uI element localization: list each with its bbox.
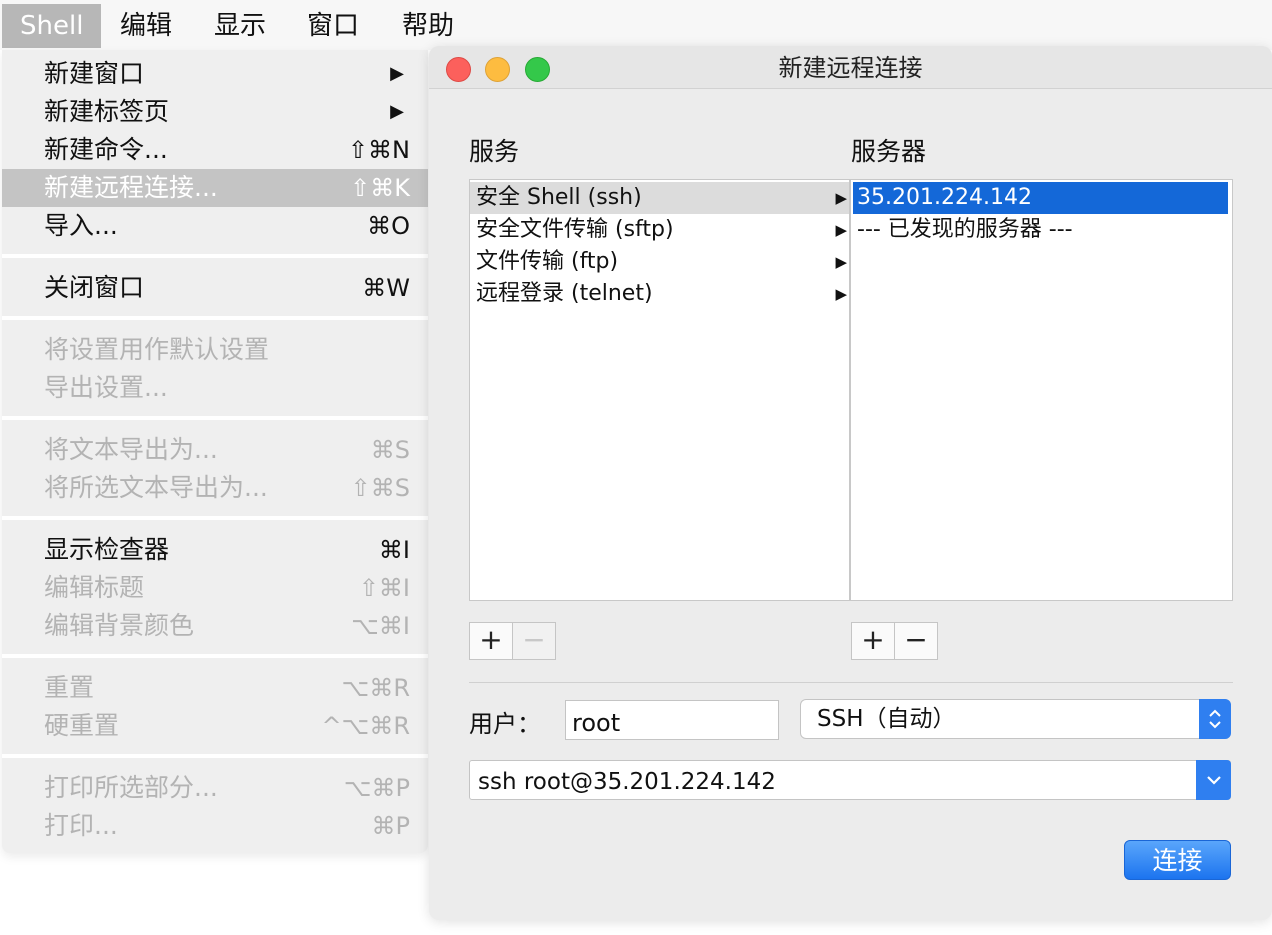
divider [469, 682, 1233, 683]
menu-separator [2, 316, 428, 320]
disclosure-arrow-icon: ▶ [835, 189, 847, 207]
menu-item-shortcut: ⌘P [371, 812, 410, 840]
menu-window[interactable]: 窗口 [289, 4, 377, 48]
menu-item-shortcut: ⌘S [370, 436, 410, 464]
menu-item-export-selected-text-as[interactable]: 将所选文本导出为... ⇧⌘S [2, 469, 428, 507]
command-combobox[interactable]: ssh root@35.201.224.142 [469, 760, 1231, 800]
menu-item-label: 新建标签页 [44, 97, 170, 126]
menu-item-label: 将设置用作默认设置 [44, 335, 270, 364]
disclosure-arrow-icon: ▶ [835, 253, 847, 271]
menu-item-show-inspector[interactable]: 显示检查器 ⌘I [2, 531, 428, 569]
menu-separator [2, 254, 428, 258]
servers-header: 服务器 [851, 137, 927, 166]
menu-item-shortcut: ⌘O [367, 212, 410, 240]
server-label: --- 已发现的服务器 --- [857, 217, 1073, 242]
connect-button[interactable]: 连接 [1124, 840, 1231, 880]
server-label: 35.201.224.142 [857, 185, 1032, 210]
menu-item-export-text-as[interactable]: 将文本导出为... ⌘S [2, 431, 428, 469]
service-item-ftp[interactable]: 文件传输 (ftp) ▶ [470, 246, 849, 278]
dialog-titlebar: 新建远程连接 [429, 46, 1272, 89]
menu-item-shortcut: ^⌥⌘R [321, 712, 410, 740]
menu-item-label: 关闭窗口 [44, 273, 145, 302]
menu-item-use-settings-as-default[interactable]: 将设置用作默认设置 [2, 331, 428, 369]
menu-item-close-window[interactable]: 关闭窗口 ⌘W [2, 269, 428, 307]
menu-view[interactable]: 显示 [196, 4, 284, 48]
protocol-value: SSH（自动） [817, 706, 956, 732]
disclosure-arrow-icon: ▶ [835, 221, 847, 239]
submenu-arrow-icon: ▶ [390, 63, 404, 84]
menu-item-edit-title[interactable]: 编辑标题 ⇧⌘I [2, 569, 428, 607]
menu-item-import[interactable]: 导入... ⌘O [2, 207, 428, 245]
menu-item-shortcut: ⇧⌘K [350, 174, 410, 202]
service-item-ssh[interactable]: 安全 Shell (ssh) ▶ [470, 182, 849, 214]
menu-help[interactable]: 帮助 [384, 4, 472, 48]
disclosure-arrow-icon: ▶ [835, 285, 847, 303]
menu-item-shortcut: ⌘I [378, 536, 410, 564]
menu-item-hard-reset[interactable]: 硬重置 ^⌥⌘R [2, 707, 428, 745]
service-label: 文件传输 (ftp) [476, 249, 619, 274]
menu-item-label: 导出设置... [44, 373, 168, 402]
remove-server-button[interactable]: − [894, 622, 938, 660]
menu-item-shortcut: ⌥⌘R [341, 674, 410, 702]
menu-item-new-remote-connection[interactable]: 新建远程连接... ⇧⌘K [2, 169, 428, 207]
service-label: 安全文件传输 (sftp) [476, 217, 674, 242]
menu-shell[interactable]: Shell [2, 4, 102, 48]
service-label: 远程登录 (telnet) [476, 281, 653, 306]
menu-item-label: 显示检查器 [44, 535, 170, 564]
command-value: ssh root@35.201.224.142 [478, 769, 776, 795]
menu-item-label: 打印... [44, 811, 118, 840]
menu-item-print-selection[interactable]: 打印所选部分... ⌥⌘P [2, 769, 428, 807]
menu-item-shortcut: ⌥⌘P [343, 774, 410, 802]
discovered-servers-divider: --- 已发现的服务器 --- [853, 214, 1228, 246]
service-item-sftp[interactable]: 安全文件传输 (sftp) ▶ [470, 214, 849, 246]
up-down-arrows-icon[interactable] [1199, 699, 1231, 739]
menu-item-new-window[interactable]: 新建窗口 ▶ [2, 55, 428, 93]
add-service-button[interactable]: + [469, 622, 513, 660]
menu-item-label: 重置 [44, 673, 95, 702]
menu-separator [2, 654, 428, 658]
menu-item-label: 编辑背景颜色 [44, 611, 195, 640]
menu-item-shortcut: ⇧⌘N [347, 136, 410, 164]
menu-separator [2, 416, 428, 420]
dialog-title: 新建远程连接 [778, 54, 923, 82]
submenu-arrow-icon: ▶ [390, 101, 404, 122]
menu-item-new-tab[interactable]: 新建标签页 ▶ [2, 93, 428, 131]
remove-service-button[interactable]: − [512, 622, 556, 660]
server-item[interactable]: 35.201.224.142 [853, 182, 1228, 214]
menu-bar: Shell 编辑 显示 窗口 帮助 [0, 0, 1272, 50]
menu-item-label: 编辑标题 [44, 573, 145, 602]
protocol-select[interactable]: SSH（自动） [800, 699, 1231, 739]
menu-item-shortcut: ⌘W [362, 274, 410, 302]
servers-list: 35.201.224.142 --- 已发现的服务器 --- [850, 179, 1233, 601]
menu-item-label: 打印所选部分... [44, 773, 218, 802]
menu-item-new-command[interactable]: 新建命令... ⇧⌘N [2, 131, 428, 169]
menu-item-label: 硬重置 [44, 711, 120, 740]
menu-item-export-settings[interactable]: 导出设置... [2, 369, 428, 407]
menu-item-label: 导入... [44, 211, 118, 240]
menu-item-shortcut: ⇧⌘I [358, 574, 410, 602]
service-item-telnet[interactable]: 远程登录 (telnet) ▶ [470, 278, 849, 310]
new-remote-connection-dialog: 新建远程连接 服务 服务器 安全 Shell (ssh) ▶ 安全文件传输 (s… [429, 46, 1272, 920]
menu-item-label: 将所选文本导出为... [44, 473, 268, 502]
menu-item-label: 将文本导出为... [44, 435, 218, 464]
add-server-button[interactable]: + [851, 622, 895, 660]
menu-item-shortcut: ⌥⌘I [351, 612, 410, 640]
chevron-down-icon[interactable] [1196, 760, 1231, 800]
menu-item-label: 新建命令... [44, 135, 168, 164]
menu-item-shortcut: ⇧⌘S [350, 474, 410, 502]
menu-item-reset[interactable]: 重置 ⌥⌘R [2, 669, 428, 707]
menu-item-edit-background-color[interactable]: 编辑背景颜色 ⌥⌘I [2, 607, 428, 645]
user-label: 用户： [469, 710, 541, 738]
menu-item-print[interactable]: 打印... ⌘P [2, 807, 428, 845]
menu-separator [2, 754, 428, 758]
services-header: 服务 [469, 137, 520, 166]
menu-separator [2, 516, 428, 520]
menu-item-label: 新建远程连接... [44, 173, 218, 202]
services-list: 安全 Shell (ssh) ▶ 安全文件传输 (sftp) ▶ 文件传输 (f… [469, 179, 850, 601]
menu-edit[interactable]: 编辑 [102, 4, 190, 48]
service-label: 安全 Shell (ssh) [476, 185, 642, 210]
user-input[interactable]: root [565, 700, 779, 740]
menu-item-label: 新建窗口 [44, 59, 145, 88]
shell-dropdown-menu: 新建窗口 ▶ 新建标签页 ▶ 新建命令... ⇧⌘N 新建远程连接... ⇧⌘K… [2, 50, 428, 853]
